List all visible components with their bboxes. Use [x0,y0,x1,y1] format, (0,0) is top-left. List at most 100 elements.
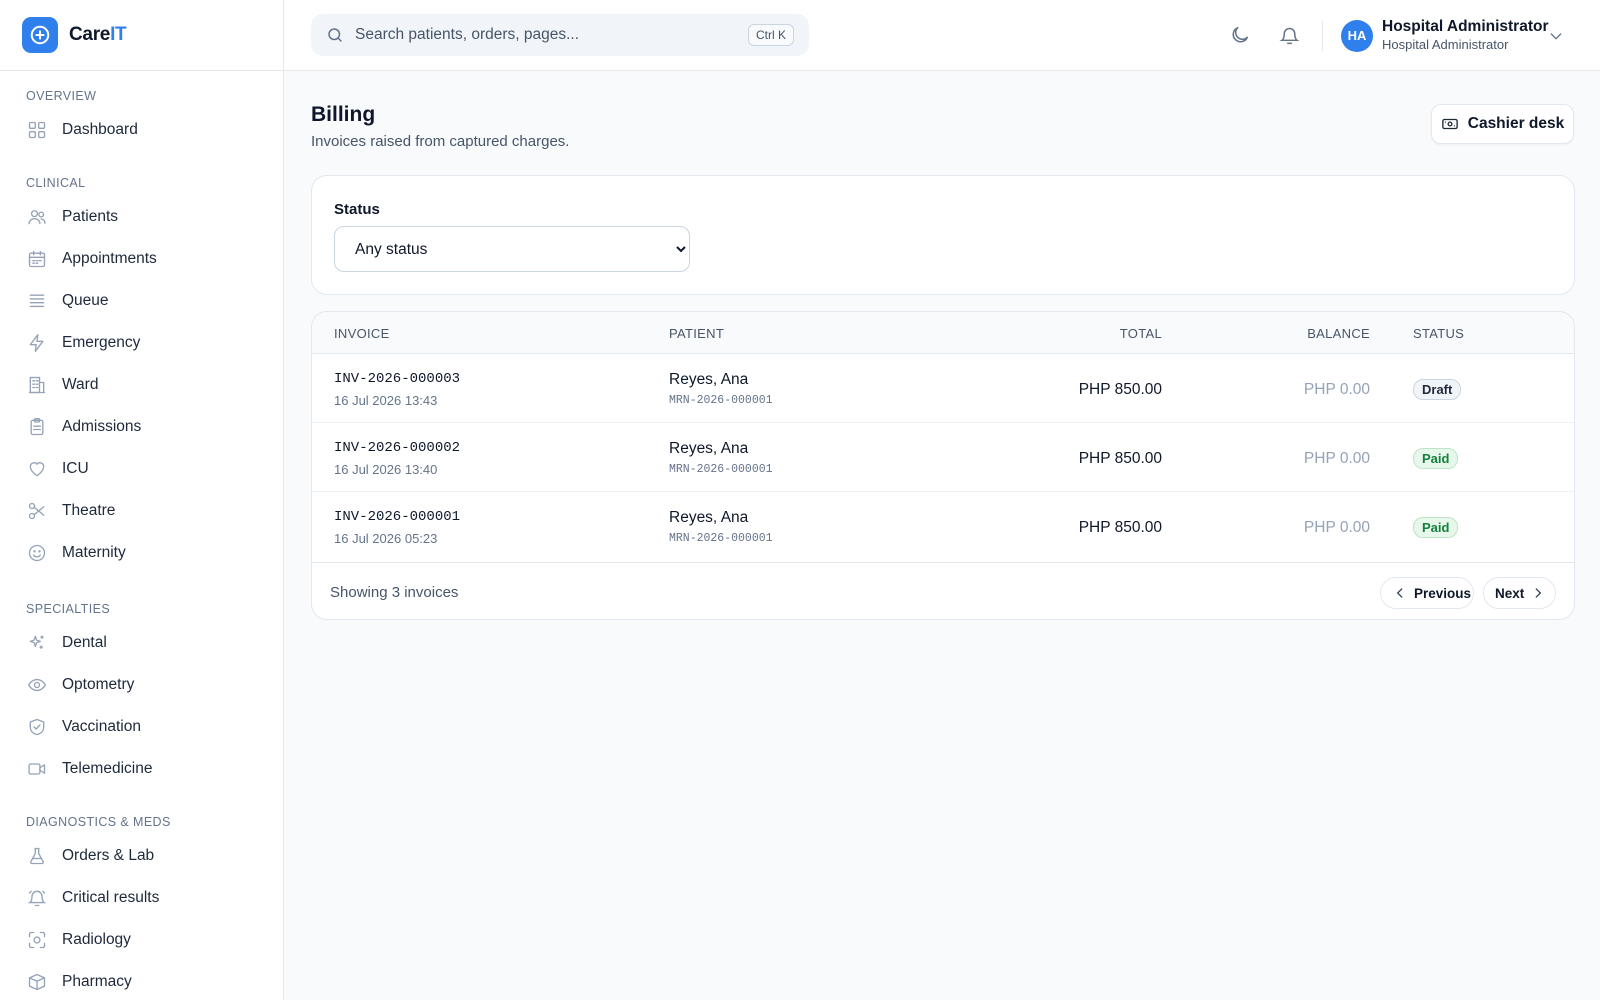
header-patient[interactable]: Patient [669,326,724,341]
next-page-button[interactable]: Next [1483,577,1556,609]
sparkles-icon [26,632,48,654]
header-invoice[interactable]: Invoice [334,326,390,341]
invoice-number[interactable]: INV-2026-000001 [334,509,460,525]
patient-mrn: MRN-2026-000001 [669,463,773,476]
sidebar-item-pharmacy[interactable]: Pharmacy [0,961,283,1000]
table-header: Invoice Patient Total Balance Status [312,312,1574,354]
avatar: HA [1341,19,1373,52]
logo-icon [22,17,58,53]
sidebar-item-critical-results[interactable]: Critical results [0,877,283,919]
search-input[interactable] [355,26,735,44]
page-subtitle: Invoices raised from captured charges. [311,133,570,150]
status-badge: Draft [1413,379,1462,400]
chevron-right-icon [1531,586,1545,600]
chevron-left-icon [1393,586,1407,600]
heart-icon [26,458,48,480]
invoice-number[interactable]: INV-2026-000003 [334,371,460,387]
status-filter-label: Status [334,201,380,218]
invoice-balance: PHP 0.00 [1303,519,1370,536]
invoice-total: PHP 850.00 [1078,519,1162,536]
patient-mrn: MRN-2026-000001 [669,394,773,407]
sidebar-item-maternity[interactable]: Maternity [0,532,283,574]
invoice-total: PHP 850.00 [1078,450,1162,467]
sidebar-item-optometry[interactable]: Optometry [0,664,283,706]
table-row[interactable]: INV-2026-000001 16 Jul 2026 05:23 Reyes,… [312,492,1574,561]
chevron-down-icon[interactable] [1548,28,1564,44]
page-title: Billing [311,103,376,126]
sidebar-item-icu[interactable]: ICU [0,448,283,490]
status-badge: Paid [1413,517,1459,538]
package-icon [26,971,48,993]
patient-name: Reyes, Ana [669,371,749,388]
user-menu[interactable]: HA Hospital Administrator Hospital Admin… [1341,18,1549,53]
smile-icon [26,542,48,564]
sidebar-item-admissions[interactable]: Admissions [0,406,283,448]
brand-name: CareIT [69,24,127,45]
search-icon [325,25,345,45]
nav-section-specialties: Specialties [26,602,111,616]
filter-card: Status Any status [311,175,1575,295]
invoices-table: Invoice Patient Total Balance Status INV… [311,311,1575,620]
scissors-icon [26,500,48,522]
header-balance[interactable]: Balance [1307,326,1370,341]
nav-section-diagnostics: Diagnostics & Meds [26,815,171,829]
invoice-number[interactable]: INV-2026-000002 [334,440,460,456]
nav-section-overview: Overview [26,89,97,103]
invoice-date: 16 Jul 2026 13:43 [334,393,438,408]
invoice-date: 16 Jul 2026 13:40 [334,462,438,477]
sidebar-item-theatre[interactable]: Theatre [0,490,283,532]
table-row[interactable]: INV-2026-000002 16 Jul 2026 13:40 Reyes,… [312,423,1574,492]
table-row[interactable]: INV-2026-000003 16 Jul 2026 13:43 Reyes,… [312,354,1574,423]
invoice-date: 16 Jul 2026 05:23 [334,531,438,546]
status-badge: Paid [1413,448,1459,469]
bell-icon[interactable] [1277,23,1301,47]
sidebar-item-emergency[interactable]: Emergency [0,322,283,364]
sidebar-item-dental[interactable]: Dental [0,622,283,664]
bell-ring-icon [26,887,48,909]
clipboard-icon [26,416,48,438]
sidebar: CareIT Overview Dashboard Clinical Patie… [0,0,284,1000]
users-icon [26,206,48,228]
flask-icon [26,845,48,867]
shield-check-icon [26,716,48,738]
shortcut-hint: Ctrl K [748,24,794,46]
invoice-total: PHP 850.00 [1078,381,1162,398]
invoice-balance: PHP 0.00 [1303,450,1370,467]
video-icon [26,758,48,780]
calendar-icon [26,248,48,270]
patient-name: Reyes, Ana [669,509,749,526]
header-status[interactable]: Status [1413,326,1464,341]
moon-icon[interactable] [1228,23,1252,47]
invoice-balance: PHP 0.00 [1303,381,1370,398]
zap-icon [26,332,48,354]
topbar-divider [1322,21,1323,51]
user-role: Hospital Administrator [1382,37,1509,52]
topbar: Ctrl K HA Hospital Administrator Hospita… [284,0,1600,71]
sidebar-item-ward[interactable]: Ward [0,364,283,406]
sidebar-item-vaccination[interactable]: Vaccination [0,706,283,748]
nav-section-clinical: Clinical [26,176,86,190]
sidebar-item-queue[interactable]: Queue [0,280,283,322]
brand[interactable]: CareIT [0,0,283,71]
previous-page-button[interactable]: Previous [1380,577,1474,609]
status-filter-select[interactable]: Any status [334,226,690,272]
patient-name: Reyes, Ana [669,440,749,457]
grid-icon [26,119,48,141]
sidebar-item-orders-lab[interactable]: Orders & Lab [0,835,283,877]
main-content: Billing Invoices raised from captured ch… [284,71,1600,1000]
eye-icon [26,674,48,696]
sidebar-item-telemedicine[interactable]: Telemedicine [0,748,283,790]
sidebar-item-radiology[interactable]: Radiology [0,919,283,961]
patient-mrn: MRN-2026-000001 [669,532,773,545]
cashier-desk-button[interactable]: Cashier desk [1431,104,1574,144]
banknote-icon [1441,115,1459,133]
sidebar-item-appointments[interactable]: Appointments [0,238,283,280]
building-icon [26,374,48,396]
table-footer: Showing 3 invoices Previous Next [312,562,1574,619]
sidebar-item-patients[interactable]: Patients [0,196,283,238]
sidebar-item-dashboard[interactable]: Dashboard [0,109,283,151]
scan-icon [26,929,48,951]
user-name: Hospital Administrator [1382,18,1549,35]
search-box[interactable]: Ctrl K [311,14,809,56]
header-total[interactable]: Total [1120,326,1162,341]
